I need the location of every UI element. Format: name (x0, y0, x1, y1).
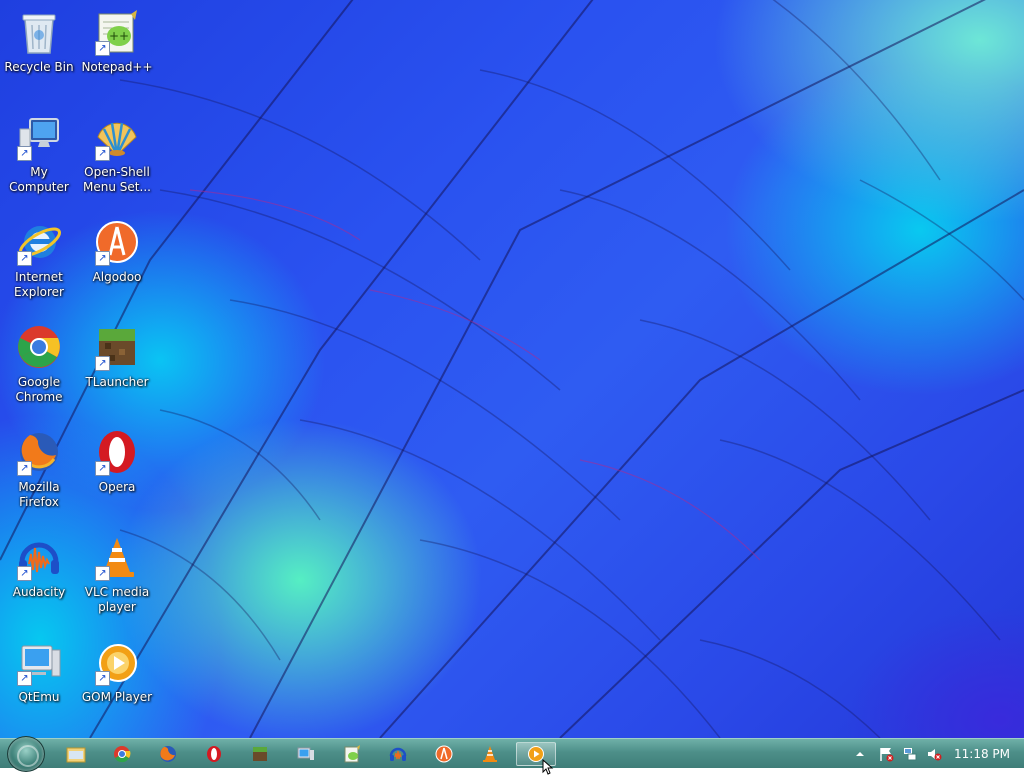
taskbar-algodoo[interactable] (424, 742, 464, 766)
desktop-icon-label: Notepad++ (81, 60, 153, 74)
chrome-icon (15, 323, 63, 371)
algodoo-icon: ↗ (93, 218, 141, 266)
desktop-icon-label: Google Chrome (15, 375, 63, 404)
desktop-icon-audacity[interactable]: ↗ Audacity (0, 533, 78, 600)
firefox-icon (160, 746, 176, 762)
desktop-icon-mozilla-firefox[interactable]: ↗ Mozilla Firefox (0, 428, 78, 510)
taskbar-qtemu[interactable] (286, 742, 326, 766)
desktop-icon-tlauncher[interactable]: ↗ TLauncher (78, 323, 156, 390)
open-shell-icon: ↗ (93, 113, 141, 161)
shortcut-arrow-icon: ↗ (17, 251, 32, 266)
desktop-icon-qtemu[interactable]: ↗ QtEmu (0, 638, 78, 705)
flag-icon (880, 748, 894, 762)
opera-icon: ↗ (93, 428, 141, 476)
desktop-icon-label: Algodoo (92, 270, 142, 284)
vlc-icon: ↗ (93, 533, 141, 581)
desktop-icon-label: Open-Shell Menu Set... (83, 165, 151, 194)
desktop-icon-opera[interactable]: ↗ Opera (78, 428, 156, 495)
start-button[interactable] (7, 736, 45, 772)
desktop-icon-label: Recycle Bin (4, 60, 74, 74)
show-hidden-icons-button[interactable] (850, 744, 870, 764)
taskbar-file-explorer[interactable] (56, 742, 96, 766)
desktop-icon-label: TLauncher (85, 375, 149, 389)
qtemu-icon (297, 747, 314, 760)
system-tray (850, 739, 944, 769)
desktop-icon-vlc[interactable]: ↗ VLC media player (78, 533, 156, 615)
shortcut-arrow-icon: ↗ (95, 251, 110, 266)
desktop-icon-label: VLC media player (84, 585, 150, 614)
shortcut-arrow-icon: ↗ (95, 461, 110, 476)
desktop-icon-recycle-bin[interactable]: Recycle Bin (0, 8, 78, 75)
volume-muted-icon (928, 749, 942, 761)
chrome-icon (114, 746, 131, 763)
computer-icon: ↗ (15, 113, 63, 161)
taskbar-audacity[interactable] (378, 742, 418, 766)
desktop-icon-label: My Computer (9, 165, 69, 194)
desktop-icon-label: Opera (98, 480, 136, 494)
network-icon (904, 748, 917, 761)
shortcut-arrow-icon: ↗ (95, 356, 110, 371)
algodoo-icon (435, 745, 453, 763)
shortcut-arrow-icon: ↗ (95, 146, 110, 161)
desktop-icon-open-shell[interactable]: ↗ Open-Shell Menu Set... (78, 113, 156, 195)
taskbar-notepad-plus-plus[interactable] (332, 742, 372, 766)
audacity-icon: ↗ (15, 533, 63, 581)
gom-player-icon: ↗ (93, 638, 141, 686)
tlauncher-icon (253, 747, 267, 761)
opera-icon (207, 746, 221, 762)
taskbar-clock[interactable]: 11:18 PM (950, 739, 1014, 769)
file-explorer-icon (66, 747, 86, 763)
vlc-icon (483, 746, 497, 762)
recycle-bin-icon (15, 8, 63, 56)
desktop-icon-label: QtEmu (18, 690, 60, 704)
notepad-plus-plus-icon: ++ ↗ (93, 8, 141, 56)
taskbar-firefox[interactable] (148, 742, 188, 766)
shortcut-arrow-icon: ↗ (17, 671, 32, 686)
desktop-icon-my-computer[interactable]: ↗ My Computer (0, 113, 78, 195)
shortcut-arrow-icon: ↗ (17, 461, 32, 476)
shortcut-arrow-icon: ↗ (95, 566, 110, 581)
desktop-icon-label: Mozilla Firefox (18, 480, 60, 509)
desktop-icon-gom-player[interactable]: ↗ GOM Player (78, 638, 156, 705)
shortcut-arrow-icon: ↗ (17, 566, 32, 581)
desktop-icon-label: Internet Explorer (14, 270, 64, 299)
action-center-button[interactable] (876, 744, 896, 764)
taskbar-opera[interactable] (194, 742, 234, 766)
audacity-icon (389, 747, 407, 761)
taskbar: 11:18 PM (0, 736, 1024, 772)
notepad-plus-plus-icon (344, 745, 360, 763)
taskbar-chrome[interactable] (102, 742, 142, 766)
desktop-icon-algodoo[interactable]: ↗ Algodoo (78, 218, 156, 285)
shortcut-arrow-icon: ↗ (95, 41, 110, 56)
internet-explorer-icon: ↗ (15, 218, 63, 266)
desktop-icon-notepad-plus-plus[interactable]: ++ ↗ Notepad++ (78, 8, 156, 75)
desktop-icon-google-chrome[interactable]: Google Chrome (0, 323, 78, 405)
firefox-icon: ↗ (15, 428, 63, 476)
desktop-icon-internet-explorer[interactable]: ↗ Internet Explorer (0, 218, 78, 300)
qtemu-icon: ↗ (15, 638, 63, 686)
taskbar-vlc[interactable] (470, 742, 510, 766)
shortcut-arrow-icon: ↗ (17, 146, 32, 161)
taskbar-tlauncher[interactable] (240, 742, 280, 766)
svg-text:++: ++ (109, 29, 129, 43)
volume-button[interactable] (924, 744, 944, 764)
shortcut-arrow-icon: ↗ (95, 671, 110, 686)
chevron-up-icon (856, 752, 864, 756)
mouse-cursor-icon (542, 759, 554, 775)
tlauncher-icon: ↗ (93, 323, 141, 371)
desktop-icon-label: GOM Player (81, 690, 153, 704)
desktop-icon-label: Audacity (12, 585, 66, 599)
network-button[interactable] (900, 744, 920, 764)
